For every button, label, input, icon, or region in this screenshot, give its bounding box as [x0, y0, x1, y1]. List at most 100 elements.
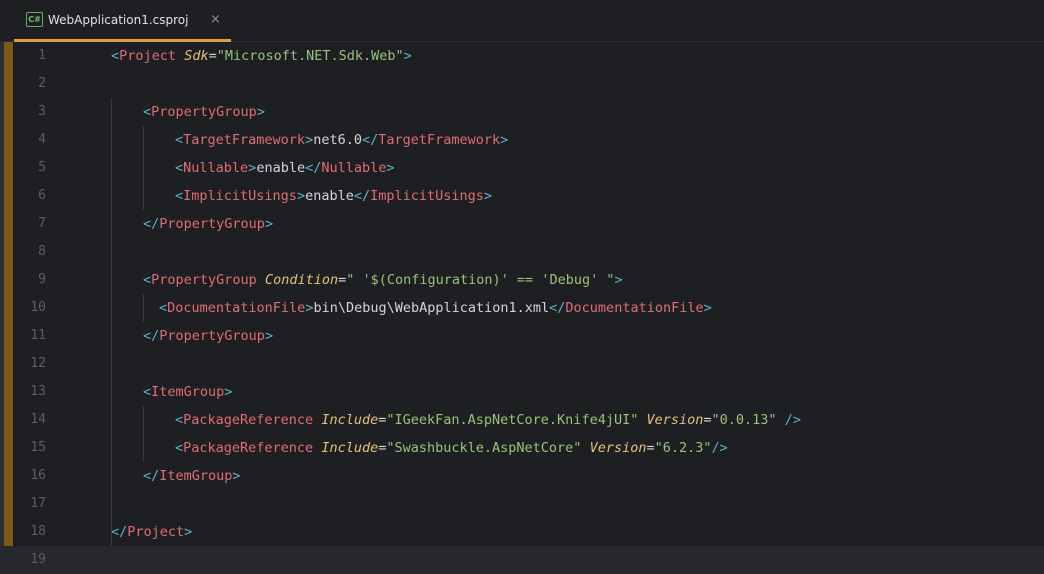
code-text: <PropertyGroup Condition=" '$(Configurat… — [143, 266, 623, 294]
code-token-bracket: < — [143, 384, 152, 400]
code-line[interactable]: 2 — [0, 70, 1044, 98]
code-text: <Project Sdk="Microsoft.NET.Sdk.Web"> — [111, 42, 412, 70]
code-token-tag: DocumentationFile — [565, 300, 704, 316]
code-text: </ItemGroup> — [143, 462, 241, 490]
code-text: <TargetFramework>net6.0</TargetFramework… — [175, 126, 508, 154]
code-line[interactable]: 8 — [0, 238, 1044, 266]
code-text: </PropertyGroup> — [143, 210, 273, 238]
line-number: 1 — [38, 48, 46, 63]
code-token-bracket: > — [386, 160, 395, 176]
line-number: 3 — [38, 104, 46, 119]
code-line[interactable]: 9 <PropertyGroup Condition=" '$(Configura… — [0, 266, 1044, 294]
code-token-txt: net6.0 — [313, 132, 362, 148]
code-token-txt: = — [208, 48, 217, 64]
code-line[interactable]: 12 — [0, 350, 1044, 378]
line-number: 19 — [30, 552, 46, 567]
code-token-bracket: </ — [143, 216, 160, 232]
code-text: < DocumentationFile> bin\Debug\WebApplicat… — [159, 294, 712, 322]
code-token-tag: Nullable — [321, 160, 387, 176]
line-number: 14 — [30, 412, 46, 427]
code-line[interactable]: 6 <ImplicitUsings>enable</ImplicitUsings> — [0, 182, 1044, 210]
code-token-attr: Include — [321, 440, 379, 456]
code-token-bracket: > — [232, 468, 241, 484]
code-token-tag: Nullable — [183, 160, 249, 176]
code-text: <PackageReference Include = "IGeekFan.AspN… — [175, 406, 801, 434]
code-editor[interactable]: 1 <Project Sdk="Microsoft.NET.Sdk.Web"> 2 3… — [0, 42, 1044, 574]
code-token-bracket: > — [224, 384, 233, 400]
code-token-bracket: > — [500, 132, 509, 148]
code-token-bracket: < — [175, 188, 184, 204]
code-token-attr: Version — [646, 412, 704, 428]
code-line[interactable]: 7 </PropertyGroup> — [0, 210, 1044, 238]
code-token-bracket: > — [703, 300, 712, 316]
code-token-tag: TargetFramework — [183, 132, 306, 148]
line-number: 5 — [38, 160, 46, 175]
code-line[interactable]: 5 <Nullable>enable</Nullable> — [0, 154, 1044, 182]
line-number: 18 — [30, 524, 46, 539]
code-line[interactable]: 18 </Project> — [0, 518, 1044, 546]
code-token-str: "IGeekFan.AspNetCore.Knife4jUI" — [386, 412, 639, 428]
code-token-tag: Project — [127, 524, 185, 540]
code-token-txt: bin\Debug\WebApplication1.xml — [313, 300, 550, 316]
code-token-bracket: /> — [784, 412, 801, 428]
code-token-bracket: </ — [353, 188, 371, 204]
code-token-str: " '$(Configuration)' == 'Debug' " — [346, 272, 615, 288]
code-token-bracket: < — [159, 300, 168, 316]
code-token-txt: = — [703, 412, 712, 428]
code-token-tag: ItemGroup — [151, 384, 225, 400]
code-line[interactable]: 1 <Project Sdk="Microsoft.NET.Sdk.Web"> — [0, 42, 1044, 70]
indent-guide — [111, 98, 112, 546]
code-token-bracket: > — [264, 216, 274, 232]
close-icon[interactable]: × — [210, 12, 221, 28]
code-line[interactable]: 10 < DocumentationFile> bin\Debug\WebApplic… — [0, 294, 1044, 322]
line-number: 7 — [38, 216, 46, 231]
code-token-bracket: /> — [711, 440, 728, 456]
line-number: 13 — [30, 384, 46, 399]
code-token-attr: Sdk — [184, 48, 209, 64]
code-line[interactable]: 15 <PackageReference Include = "Swashbuckle… — [0, 434, 1044, 462]
csharp-file-icon: C# — [26, 12, 43, 27]
code-token-tag: Project — [119, 48, 177, 64]
code-token-txt: enable — [305, 188, 354, 204]
code-token-bracket: > — [256, 104, 265, 120]
tab-title: WebApplication1.csproj — [48, 13, 189, 27]
code-line[interactable]: 17 — [0, 490, 1044, 518]
code-token-bracket: </ — [361, 132, 379, 148]
code-token-txt: = — [646, 440, 655, 456]
code-line[interactable]: 4 <TargetFramework>net6.0</TargetFramewor… — [0, 126, 1044, 154]
code-token-bracket: > — [264, 328, 274, 344]
code-token-tag: ImplicitUsings — [183, 188, 297, 204]
line-number: 6 — [38, 188, 46, 203]
line-number: 9 — [38, 272, 46, 287]
tab-webapplication1-csproj[interactable]: C# WebApplication1.csproj × — [14, 0, 231, 42]
code-token-str: "Microsoft.NET.Sdk.Web" — [216, 48, 404, 64]
code-token-txt: enable — [256, 160, 306, 176]
editor-tab-bar: C# WebApplication1.csproj × — [0, 0, 1044, 42]
code-line[interactable]: 3 <PropertyGroup> — [0, 98, 1044, 126]
code-token-bracket: < — [175, 440, 184, 456]
code-token-attr: Condition — [264, 272, 339, 288]
line-number: 10 — [30, 300, 46, 315]
code-token-attr: Include — [321, 412, 379, 428]
code-line[interactable]: 14 <PackageReference Include = "IGeekFan.As… — [0, 406, 1044, 434]
code-text: <Nullable>enable</Nullable> — [175, 154, 395, 182]
code-line[interactable]: 11 </PropertyGroup> — [0, 322, 1044, 350]
line-number: 12 — [30, 356, 46, 371]
code-token-bracket: > — [296, 188, 306, 204]
code-line[interactable]: 13 <ItemGroup> — [0, 378, 1044, 406]
code-token-bracket: </ — [143, 468, 160, 484]
line-number: 8 — [38, 244, 46, 259]
code-token-bracket: < — [143, 104, 152, 120]
line-number: 17 — [30, 496, 46, 511]
code-token-bracket: < — [175, 160, 184, 176]
code-token-bracket: > — [305, 132, 314, 148]
code-line[interactable]: 16 </ItemGroup> — [0, 462, 1044, 490]
code-line[interactable]: 19 — [0, 546, 1044, 574]
indent-guide — [143, 406, 144, 462]
code-token-bracket: < — [175, 132, 184, 148]
code-text: <ItemGroup> — [143, 378, 232, 406]
code-token-bracket: < — [175, 412, 184, 428]
